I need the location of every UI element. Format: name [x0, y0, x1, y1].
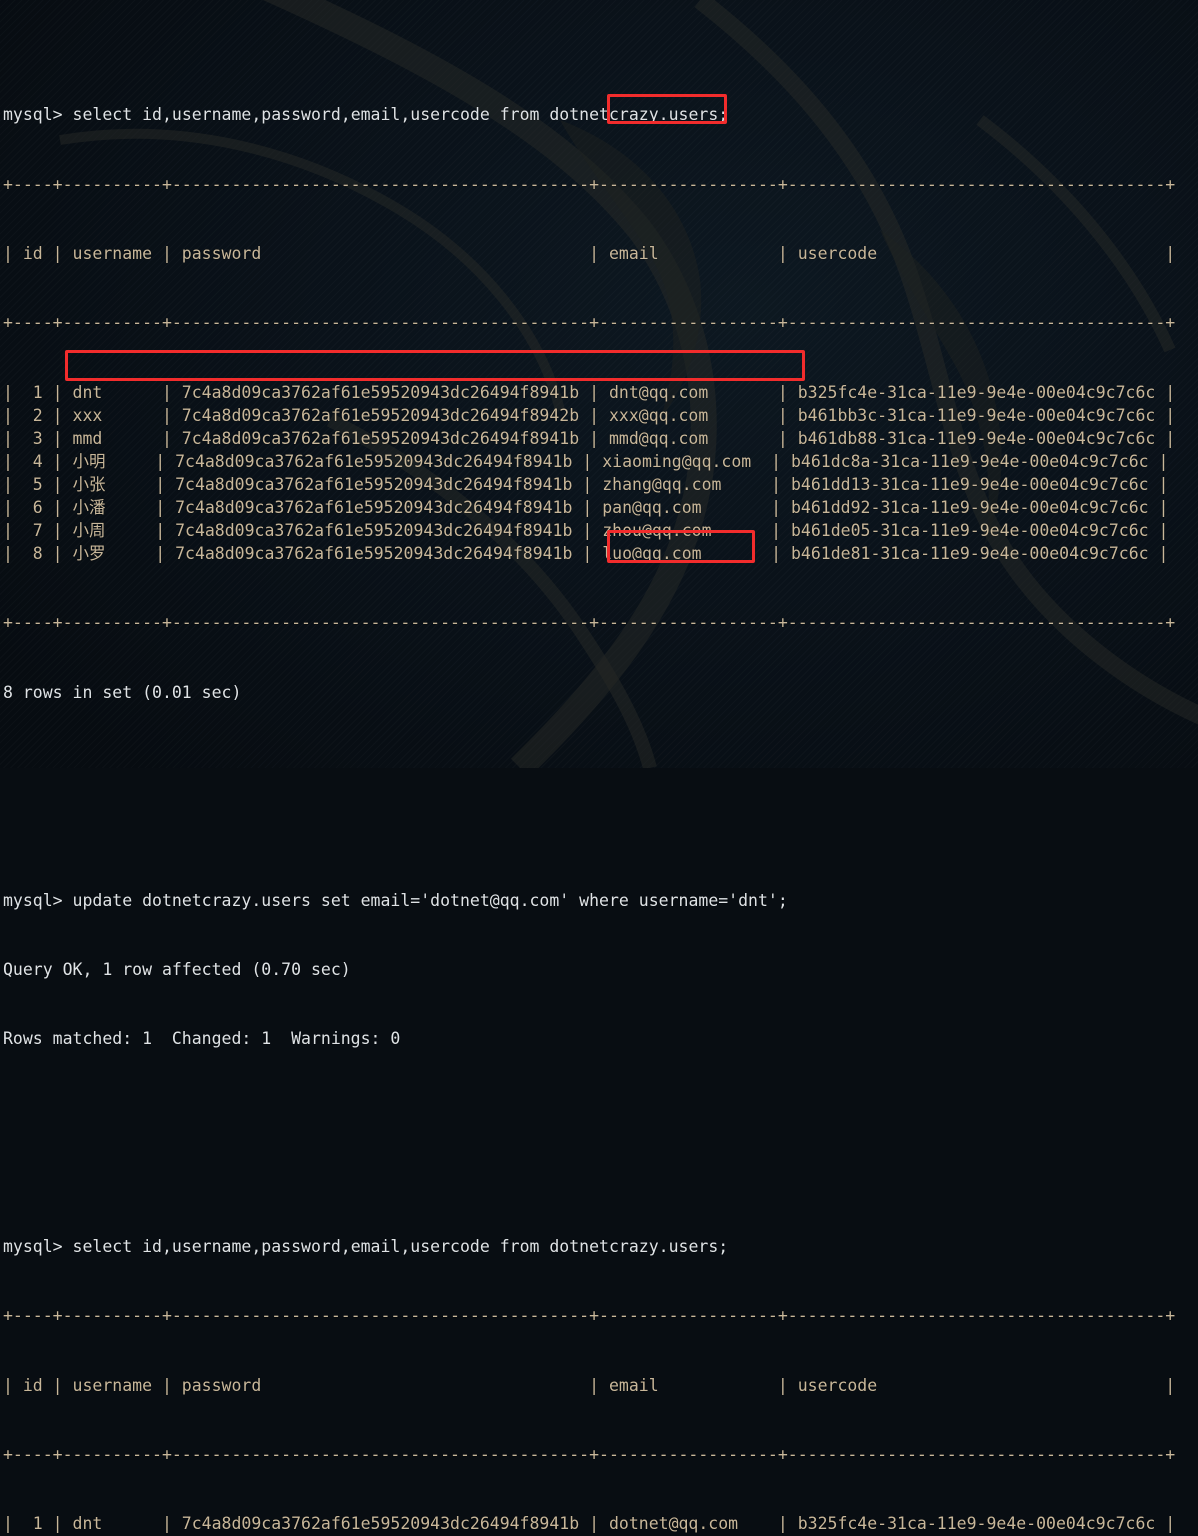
command-line-select-2: mysql> select id,username,password,email… — [3, 1235, 1198, 1258]
table-row: | 3 | mmd | 7c4a8d09ca3762af61e59520943d… — [3, 428, 1176, 448]
table-row: | 6 | 小潘 | 7c4a8d09ca3762af61e59520943dc… — [3, 497, 1169, 517]
table-row: | 2 | xxx | 7c4a8d09ca3762af61e59520943d… — [3, 405, 1176, 425]
table-row: | 1 | dnt | 7c4a8d09ca3762af61e59520943d… — [3, 1514, 1176, 1534]
table-body-after-update: | 1 | dnt | 7c4a8d09ca3762af61e59520943d… — [3, 1512, 1198, 1536]
table-header-1: | id | username | password | email | use… — [3, 243, 1176, 263]
mysql-prompt-update: mysql> — [3, 890, 73, 910]
table-row: | 2 | xxx | 7c4a8d09ca3762af61e59520943d… — [3, 1535, 1198, 1536]
table-separator-mid-2: +----+----------+-----------------------… — [3, 1444, 1176, 1464]
table-separator-mid-1: +----+----------+-----------------------… — [3, 313, 1176, 333]
command-line-update: mysql> update dotnetcrazy.users set emai… — [3, 889, 1198, 912]
table-separator-top-1: +----+----------+-----------------------… — [3, 174, 1176, 194]
update-status-rows-matched: Rows matched: 1 Changed: 1 Warnings: 0 — [3, 1029, 401, 1049]
terminal-output[interactable]: mysql> select id,username,password,email… — [0, 0, 1198, 1533]
table-body-before-update: | 1 | dnt | 7c4a8d09ca3762af61e59520943d… — [3, 381, 1198, 566]
table-row: | 1 | dnt | 7c4a8d09ca3762af61e59520943d… — [3, 382, 1176, 402]
table-separator-bottom-1: +----+----------+-----------------------… — [3, 613, 1176, 633]
result-count-1: 8 rows in set (0.01 sec) — [3, 682, 242, 702]
select-query-text-2: select id,username,password,email,userco… — [72, 1236, 729, 1256]
update-query-text: update dotnetcrazy.users set email='dotn… — [72, 890, 788, 910]
mysql-prompt: mysql> — [3, 105, 73, 125]
table-row: | 4 | 小明 | 7c4a8d09ca3762af61e59520943dc… — [3, 451, 1169, 471]
table-header-2: | id | username | password | email | use… — [3, 1375, 1176, 1395]
table-row: | 7 | 小周 | 7c4a8d09ca3762af61e59520943dc… — [3, 521, 1169, 541]
command-line-select-1: mysql> select id,username,password,email… — [3, 103, 1198, 126]
update-status-query-ok: Query OK, 1 row affected (0.70 sec) — [3, 959, 351, 979]
mysql-prompt-2: mysql> — [3, 1236, 73, 1256]
table-row: | 5 | 小张 | 7c4a8d09ca3762af61e59520943dc… — [3, 474, 1169, 494]
table-separator-top-2: +----+----------+-----------------------… — [3, 1306, 1176, 1326]
table-row: | 8 | 小罗 | 7c4a8d09ca3762af61e59520943dc… — [3, 544, 1169, 564]
select-query-text: select id,username,password,email,userco… — [72, 105, 729, 125]
